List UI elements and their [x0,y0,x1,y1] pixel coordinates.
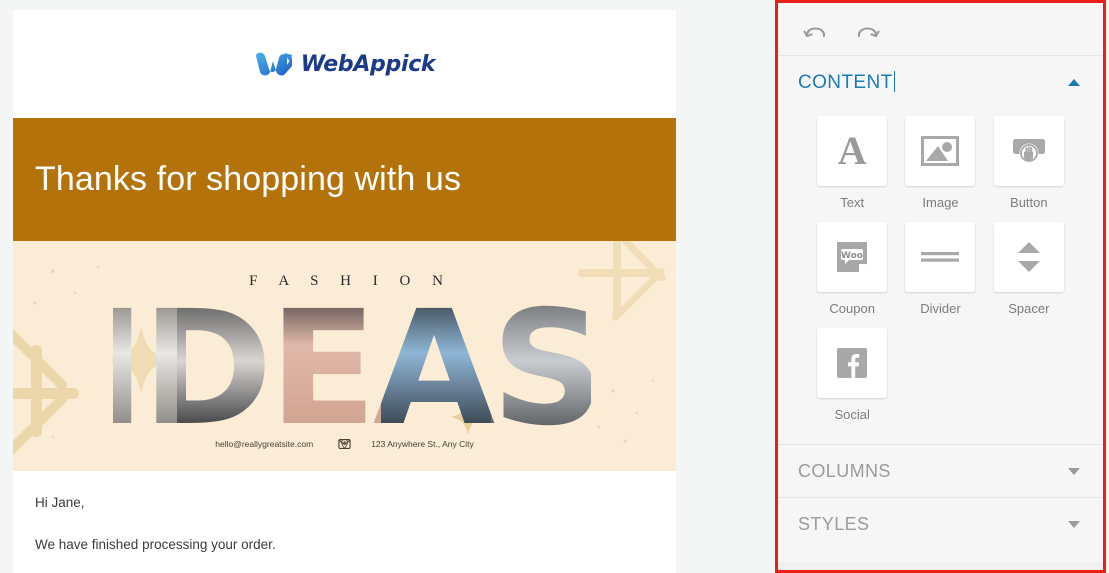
undo-icon [803,27,826,38]
banner-title: Thanks for shopping with us [35,160,462,198]
section-title-content-wrap: CONTENT [798,70,895,94]
location-pin-icon [341,439,348,449]
section-header-columns[interactable]: COLUMNS [778,445,1103,497]
email-template-card[interactable]: WebAppick Thanks for shopping with us he… [13,10,676,573]
section-header-styles[interactable]: STYLES [778,498,1103,550]
builder-sidebar: CONTENT A Text Image Button Woo Coupon D… [778,3,1103,570]
chevron-down-icon [1068,520,1080,528]
block-tile[interactable]: Woo [817,222,888,292]
block-spacer[interactable]: Spacer [985,222,1073,316]
chevron-up-icon [1068,78,1080,86]
divider-lines-icon [921,252,960,262]
webappick-logo: WebAppick [254,50,436,78]
section-title-columns: COLUMNS [798,460,891,481]
fashion-ideas-hero-image[interactable]: F A S H I O N [13,241,676,471]
block-tile[interactable] [905,116,976,186]
block-label: Coupon [829,301,875,316]
redo-button[interactable] [854,15,882,43]
facebook-social-icon [837,348,868,378]
block-label: Button [1010,195,1048,210]
block-label: Text [840,195,865,210]
chevron-down-icon [1068,467,1080,475]
undo-button[interactable] [802,15,830,43]
woocommerce-coupon-icon: Woo [837,242,868,272]
content-blocks-grid: A Text Image Button Woo Coupon Divider S… [778,108,1103,444]
button-pointer-icon [1012,139,1045,163]
block-text[interactable]: A Text [808,116,896,210]
email-builder-app: WebAppick Thanks for shopping with us he… [0,0,1109,573]
image-picture-icon [921,136,960,166]
redo-icon [857,27,880,38]
block-coupon[interactable]: Woo Coupon [808,222,896,316]
block-tile[interactable] [993,116,1064,186]
section-title-styles: STYLES [798,513,870,534]
spacer-arrows-icon [1017,242,1040,272]
block-label: Image [922,195,959,210]
block-tile[interactable]: A [817,116,888,186]
block-tile[interactable] [905,222,976,292]
sidebar-filler [778,550,1103,562]
text-a-icon: A [837,128,867,173]
email-greeting: Hi Jane, [35,495,85,510]
webappick-w-logo-icon [255,52,292,76]
collapse-toggle-content[interactable] [1067,78,1081,86]
block-image[interactable]: Image [896,116,984,210]
block-label: Spacer [1008,301,1050,316]
webappick-logo-text: WebAppick [300,51,436,77]
svg-text:Woo: Woo [841,251,863,261]
sidebar-toolbar [778,3,1103,56]
sidebar-bottom-strip [778,562,1103,570]
text-cursor [893,70,895,92]
email-banner: Thanks for shopping with us [13,118,676,241]
email-line-1: We have finished processing your order. [35,537,276,553]
section-header-content[interactable]: CONTENT [778,56,1103,108]
block-label: Social [834,407,870,422]
section-title-content: CONTENT [798,71,893,93]
block-label: Divider [920,301,961,316]
block-social[interactable]: Social [808,328,896,422]
hero-contact-row: hello@reallygreatsite.com 123 Anywhere S… [13,439,676,449]
email-header: WebAppick [13,10,676,118]
email-preview-pane: WebAppick Thanks for shopping with us he… [0,0,676,573]
block-tile[interactable] [817,328,888,398]
hero-address-item: 123 Anywhere St., Any City [341,439,474,449]
hero-ideas-wordmark: IDEAS [113,281,591,441]
collapse-toggle-columns[interactable] [1067,467,1081,475]
builder-sidebar-highlight: CONTENT A Text Image Button Woo Coupon D… [775,0,1106,573]
block-divider[interactable]: Divider [896,222,984,316]
block-tile[interactable] [993,222,1064,292]
collapse-toggle-styles[interactable] [1067,520,1081,528]
block-button[interactable]: Button [985,116,1073,210]
email-body[interactable]: Hi Jane, We have finished processing you… [13,471,676,566]
